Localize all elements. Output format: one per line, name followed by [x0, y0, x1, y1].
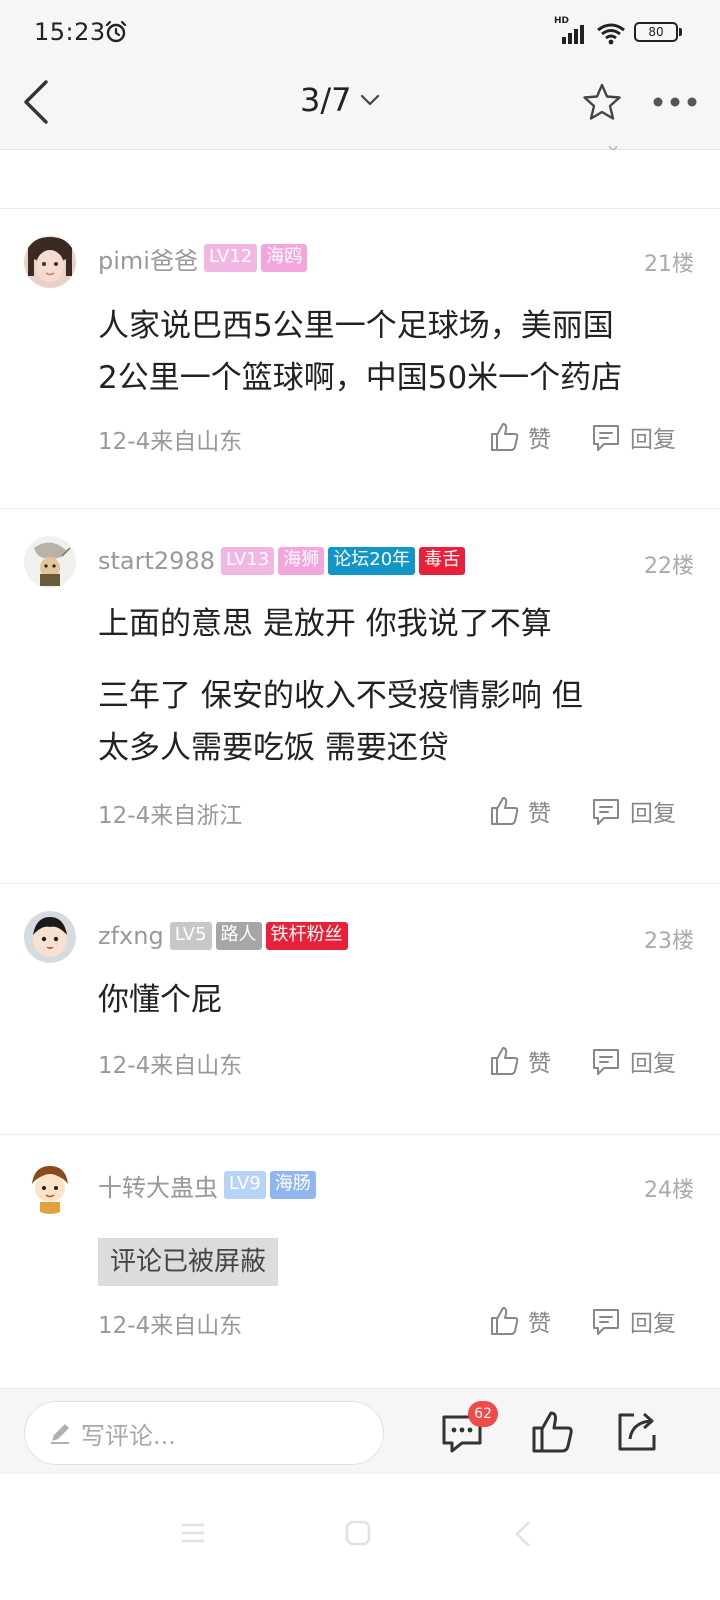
like-label: 赞 [528, 1051, 551, 1077]
page-indicator-text: 3/7 [300, 81, 352, 119]
blocked-comment-notice: 评论已被屏蔽 [98, 1238, 279, 1286]
comment-text[interactable]: 人家说巴西5公里一个足球场，美丽国 2公里一个篮球啊，中国50米一个药店 [98, 300, 622, 404]
write-comment-input[interactable]: 写评论... [24, 1401, 384, 1465]
reply-button[interactable]: 回复 [590, 420, 676, 454]
username[interactable]: 十转大蛊虫 [98, 1168, 218, 1203]
floor-number: 21楼 [644, 252, 694, 277]
battery-level: 80 [648, 25, 664, 39]
floor-number: 22楼 [644, 554, 694, 579]
like-label: 赞 [528, 801, 551, 827]
reply-label: 回复 [630, 1051, 676, 1077]
battery-icon: 80 [634, 22, 678, 42]
reply-label: 回复 [630, 801, 676, 827]
reply-button[interactable]: 回复 [590, 1304, 676, 1338]
reply-button[interactable]: 回复 [590, 1044, 676, 1078]
comment-line: 人家说巴西5公里一个足球场，美丽国 [98, 308, 614, 344]
like-label: 赞 [528, 1311, 551, 1337]
home-icon[interactable] [345, 1520, 371, 1546]
veteran-badge: 论坛20年 [328, 547, 416, 575]
thumbs-up-icon [491, 1307, 519, 1335]
comment-text[interactable]: 上面的意思 是放开 你我说了不算 三年了 保安的收入不受疫情影响 但 太多人需要… [98, 598, 583, 774]
reply-button[interactable]: 回复 [590, 794, 676, 828]
user-line: 十转大蛊虫 LV9 海肠 [98, 1168, 320, 1203]
comment-line: 2公里一个篮球啊，中国50米一个药店 [98, 360, 623, 396]
comment-count-badge: 62 [468, 1401, 498, 1427]
reply-icon [593, 1309, 619, 1335]
title-badge: 海狮 [278, 547, 325, 575]
page-selector[interactable]: 3/7 [300, 80, 382, 120]
user-line: start2988 LV13 海狮 论坛20年 毒舌 [98, 546, 469, 576]
like-button[interactable]: 赞 [488, 1044, 551, 1078]
comment-meta: 12-4来自山东 [98, 1053, 243, 1079]
share-icon[interactable] [614, 1409, 660, 1455]
thumbs-up-icon [491, 1047, 519, 1075]
favorite-star-icon[interactable] [582, 82, 622, 122]
comment-meta: 12-4来自山东 [98, 1313, 243, 1339]
level-badge: LV9 [224, 1171, 266, 1199]
like-button[interactable]: 赞 [488, 1304, 551, 1338]
username[interactable]: zfxng [98, 922, 164, 950]
status-time: 15:23 [34, 18, 106, 46]
chevron-down-icon [360, 94, 379, 106]
comment-text[interactable]: 你懂个屁 [98, 974, 222, 1026]
system-back-icon[interactable] [514, 1520, 532, 1548]
reply-icon [593, 799, 619, 825]
thumbs-up-icon [491, 797, 519, 825]
comment-line: 你懂个屁 [98, 982, 222, 1018]
more-options-icon[interactable] [652, 96, 698, 108]
avatar[interactable] [24, 236, 76, 288]
comment-paragraph: 三年了 保安的收入不受疫情影响 但 [98, 678, 583, 714]
floor-number: 23楼 [644, 929, 694, 954]
menu-icon[interactable] [180, 1522, 206, 1544]
previous-comment-partial [0, 145, 720, 209]
reply-icon [593, 1049, 619, 1075]
reply-icon-partial [608, 145, 618, 151]
back-arrow-icon[interactable] [20, 78, 52, 126]
avatar[interactable] [24, 1162, 76, 1214]
pencil-icon [51, 1424, 69, 1444]
wifi-icon [597, 23, 625, 45]
username[interactable]: start2988 [98, 547, 215, 575]
user-line: zfxng LV5 路人 铁杆粉丝 [98, 921, 352, 951]
avatar[interactable] [24, 536, 76, 588]
title-badge: 路人 [215, 922, 262, 950]
like-button[interactable]: 赞 [488, 420, 551, 454]
username[interactable]: pimi爸爸 [98, 241, 198, 276]
comment-item: pimi爸爸 LV12 海鸥 21楼 人家说巴西5公里一个足球场，美丽国 2公里… [0, 210, 720, 509]
top-nav-bar: 3/7 [0, 52, 720, 150]
system-navigation-bar [0, 1474, 720, 1600]
title-badge: 海鸥 [261, 244, 308, 272]
comment-meta: 12-4来自山东 [98, 429, 243, 455]
level-badge: LV5 [169, 922, 212, 950]
tag-badge: 毒舌 [419, 547, 466, 575]
battery-nub [679, 28, 682, 36]
reply-label: 回复 [630, 1311, 676, 1337]
reply-label: 回复 [630, 427, 676, 453]
user-line: pimi爸爸 LV12 海鸥 [98, 241, 311, 276]
fan-badge: 铁杆粉丝 [265, 922, 348, 950]
level-badge: LV13 [220, 547, 275, 575]
floor-number: 24楼 [644, 1178, 694, 1203]
like-label: 赞 [528, 427, 551, 453]
thumbs-up-icon[interactable] [530, 1409, 574, 1455]
like-button[interactable]: 赞 [488, 794, 551, 828]
title-badge: 海肠 [269, 1171, 316, 1199]
comment-placeholder: 写评论... [81, 1421, 176, 1450]
reply-icon [593, 425, 619, 451]
comment-meta: 12-4来自浙江 [98, 803, 243, 829]
avatar[interactable] [24, 911, 76, 963]
bottom-toolbar: 写评论... 62 [0, 1388, 720, 1474]
alarm-icon [105, 20, 127, 43]
status-bar: 15:23 HD 80 [0, 0, 720, 52]
comment-paragraph: 太多人需要吃饭 需要还贷 [98, 730, 449, 766]
cellular-signal-icon [562, 25, 584, 44]
level-badge: LV12 [203, 244, 258, 272]
thumbs-up-icon [491, 423, 519, 451]
comment-item: zfxng LV5 路人 铁杆粉丝 23楼 你懂个屁 12-4来自山东 赞 回复 [0, 885, 720, 1135]
comment-paragraph: 上面的意思 是放开 你我说了不算 [98, 606, 552, 642]
comment-item: 十转大蛊虫 LV9 海肠 24楼 评论已被屏蔽 12-4来自山东 赞 回复 [0, 1136, 720, 1388]
comment-item: start2988 LV13 海狮 论坛20年 毒舌 22楼 上面的意思 是放开… [0, 510, 720, 884]
